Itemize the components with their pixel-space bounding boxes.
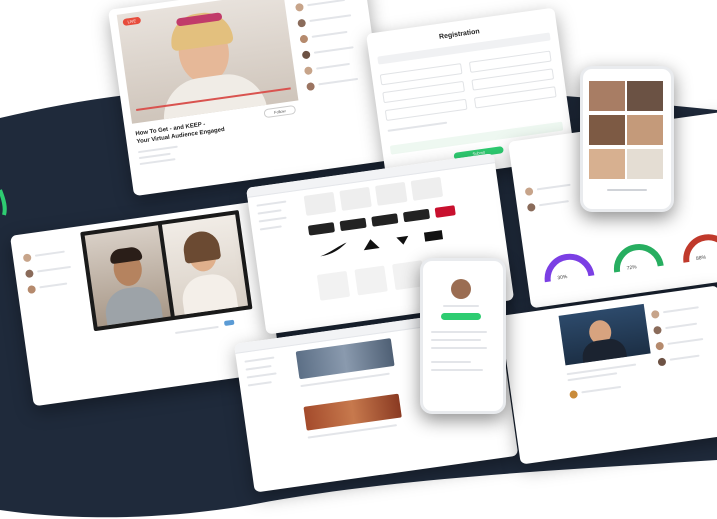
- chat-avatar: [297, 18, 307, 28]
- live-badge: LIVE: [122, 16, 142, 27]
- shoe-tile[interactable]: [354, 265, 388, 296]
- send-button[interactable]: [223, 319, 235, 327]
- brand-logo[interactable]: [371, 213, 399, 227]
- job-title-field[interactable]: [384, 98, 468, 122]
- grid-tile[interactable]: [589, 81, 625, 111]
- chat-avatar: [299, 34, 309, 44]
- attendee-avatar: [524, 187, 534, 197]
- agenda-avatar: [650, 309, 660, 319]
- participant-avatar: [27, 284, 37, 295]
- product-tile[interactable]: [339, 186, 372, 211]
- brand-logo[interactable]: [307, 222, 335, 236]
- grid-tile[interactable]: [627, 81, 663, 111]
- brand-logo[interactable]: [402, 208, 431, 223]
- brand-logo[interactable]: [434, 205, 456, 218]
- grid-tile[interactable]: [627, 149, 663, 179]
- attendee-avatar: [526, 202, 536, 212]
- grid-tile[interactable]: [589, 149, 625, 179]
- participant-video-man[interactable]: [84, 225, 171, 327]
- agenda-avatar: [657, 357, 667, 367]
- presenter-video[interactable]: LIVE: [116, 0, 299, 124]
- agenda-avatar: [655, 341, 665, 351]
- brand-logo[interactable]: [339, 217, 367, 232]
- country-field[interactable]: [473, 86, 557, 109]
- profile-avatar: [451, 279, 471, 299]
- chat-avatar: [303, 66, 313, 76]
- product-tile[interactable]: [374, 181, 408, 206]
- product-tile[interactable]: [303, 191, 337, 216]
- gauge-purple: [544, 253, 595, 283]
- session-card: [500, 285, 717, 465]
- chat-avatar: [306, 82, 316, 92]
- brand-logo-row: [320, 230, 444, 257]
- session-video[interactable]: [558, 303, 651, 366]
- speaker-avatar: [569, 389, 579, 400]
- participant-avatar: [22, 253, 32, 263]
- phone-profile: [420, 258, 506, 414]
- call-stage: [80, 209, 253, 332]
- grid-tile[interactable]: [589, 115, 625, 145]
- follow-button[interactable]: Follow: [263, 104, 297, 119]
- grid-tile[interactable]: [627, 115, 663, 145]
- participant-avatar: [24, 269, 34, 279]
- phone-video-grid: [580, 66, 674, 212]
- registration-title: Registration: [438, 28, 481, 41]
- shoe-tile[interactable]: [316, 270, 351, 301]
- connect-button[interactable]: [441, 313, 481, 320]
- product-tile[interactable]: [410, 176, 444, 201]
- participant-video-woman[interactable]: [161, 214, 248, 316]
- chat-avatar: [301, 50, 311, 60]
- chat-avatar: [294, 2, 305, 12]
- gauge-green: [613, 244, 664, 273]
- agenda-avatar: [652, 325, 663, 335]
